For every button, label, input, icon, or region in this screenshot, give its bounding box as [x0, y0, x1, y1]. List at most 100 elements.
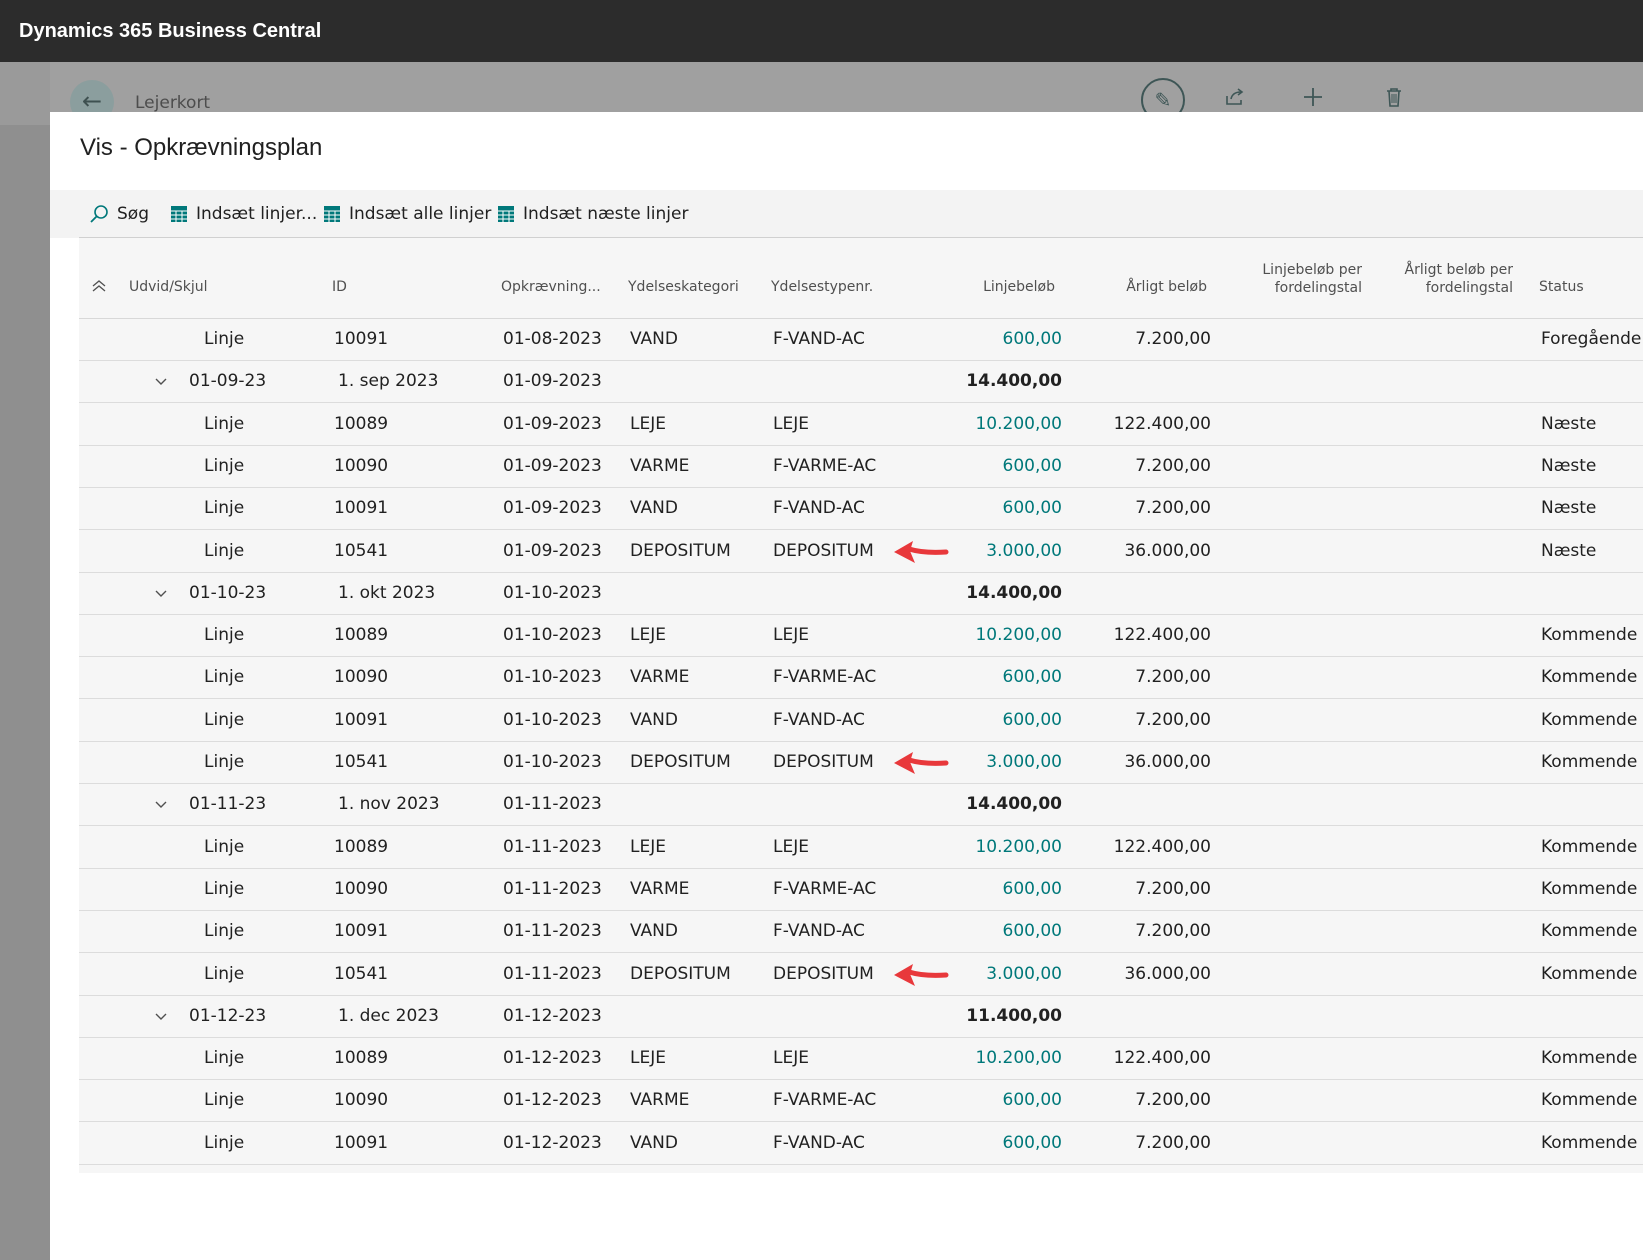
col-annual-per-dist[interactable]: Årligt beløb per fordelingstal: [1359, 261, 1514, 297]
line-amount-link[interactable]: 600,00: [909, 910, 1062, 952]
line-type-cell: Linje: [204, 1132, 245, 1153]
share-icon[interactable]: [1224, 86, 1246, 114]
table-row[interactable]: Linje 10091 01-12-2023 VAND F-VAND-AC 600,00 7…: [79, 1122, 1643, 1165]
chevron-down-icon[interactable]: [154, 995, 168, 1037]
table-row[interactable]: Linje 10541 01-11-2023 DEPOSITUM DEPOSITUM 3.…: [79, 953, 1643, 996]
status-cell: Kommende: [1541, 1090, 1638, 1111]
col-annual-amount[interactable]: Årligt beløb: [1089, 278, 1207, 296]
line-amount-link[interactable]: 600,00: [909, 1079, 1062, 1121]
status-cell: Foregående: [1541, 329, 1642, 349]
line-type-cell: Linje: [204, 963, 245, 984]
table-row[interactable]: Linje 10089 01-11-2023 LEJE LEJE 10.200,00 122…: [79, 826, 1643, 869]
category-cell: VAND: [630, 709, 678, 730]
insert-lines-label: Indsæt linjer...: [196, 204, 318, 224]
id-cell: 10090: [334, 455, 389, 476]
add-plus-icon[interactable]: [1302, 86, 1324, 114]
line-amount-link[interactable]: 10.200,00: [909, 403, 1062, 445]
billing-plan-grid: Udvid/Skjul ID Opkrævning... Ydelseskate…: [79, 238, 1643, 1173]
col-line-amount[interactable]: Linjebeløb: [939, 278, 1055, 296]
annual-amount-cell: 7.200,00: [1135, 1090, 1211, 1111]
id-cell: 10091: [334, 1132, 389, 1153]
table-row[interactable]: Linje 10090 01-09-2023 VARME F-VARME-AC 600,0…: [79, 445, 1643, 488]
table-row[interactable]: Linje 10541 01-09-2023 DEPOSITUM DEPOSITUM 3.…: [79, 530, 1643, 573]
annual-amount-cell: 122.400,00: [1113, 413, 1211, 434]
annual-amount-cell: 122.400,00: [1113, 836, 1211, 857]
col-id[interactable]: ID: [332, 278, 347, 296]
search-icon: [89, 204, 109, 224]
category-cell: VARME: [630, 878, 690, 899]
chevron-down-icon[interactable]: [154, 783, 168, 825]
table-row[interactable]: Linje 10089 01-12-2023 LEJE LEJE 10.200,00 122…: [79, 1037, 1643, 1081]
line-amount-link[interactable]: 10.200,00: [909, 826, 1062, 868]
insert-lines-button[interactable]: Indsæt linjer...: [170, 190, 317, 238]
table-row[interactable]: Linje 10091 01-09-2023 VAND F-VAND-AC 600,00 7…: [79, 487, 1643, 531]
line-amount-link[interactable]: 600,00: [909, 445, 1062, 487]
billing-date-cell: 01-11-2023: [503, 878, 602, 899]
group-total-amount-cell: 14.400,00: [966, 582, 1062, 603]
type-cell: F-VARME-AC: [773, 1090, 877, 1111]
line-amount-link[interactable]: 10.200,00: [909, 614, 1062, 656]
type-cell: F-VARME-AC: [773, 455, 877, 476]
billing-date-cell: 01-10-2023: [503, 667, 602, 688]
status-cell: Kommende: [1541, 667, 1638, 688]
background-page-title: Lejerkort: [135, 93, 211, 113]
category-cell: DEPOSITUM: [630, 540, 731, 561]
red-annotation-arrow-icon: [891, 538, 949, 572]
line-amount-link[interactable]: 600,00: [909, 699, 1062, 741]
status-cell: Kommende: [1541, 1048, 1638, 1069]
dialog-title: Vis - Opkrævningsplan: [80, 134, 323, 161]
table-row[interactable]: Linje 10090 01-11-2023 VARME F-VARME-AC 600,0…: [79, 868, 1643, 911]
group-period-label: 01-09-23: [189, 371, 267, 392]
status-cell: Kommende: [1541, 625, 1638, 646]
col-billing[interactable]: Opkrævning...: [501, 278, 601, 296]
billing-date-cell: 01-10-2023: [503, 582, 602, 603]
annual-amount-cell: 7.200,00: [1135, 667, 1211, 688]
table-row[interactable]: Linje 10091 01-08-2023 VAND F-VAND-AC 600,00 7…: [79, 318, 1643, 361]
insert-all-lines-button[interactable]: Indsæt alle linjer: [323, 190, 491, 238]
delete-trash-icon[interactable]: [1384, 86, 1404, 114]
id-cell: 10090: [334, 667, 389, 688]
app-title-bar: Dynamics 365 Business Central: [0, 0, 1643, 62]
type-cell: F-VAND-AC: [773, 329, 865, 349]
table-row[interactable]: Linje 10091 01-10-2023 VAND F-VAND-AC 600,00 7…: [79, 699, 1643, 742]
group-row[interactable]: 01-10-23 1. okt 2023 01-10-2023 14.400,00: [79, 572, 1643, 615]
col-expand-collapse[interactable]: Udvid/Skjul: [129, 278, 208, 296]
table-row[interactable]: Linje 10091 01-11-2023 VAND F-VAND-AC 600,00 7…: [79, 910, 1643, 954]
table-grid-icon: [323, 205, 341, 223]
type-cell: F-VAND-AC: [773, 921, 865, 942]
line-amount-link[interactable]: 600,00: [909, 487, 1062, 529]
status-cell: Kommende: [1541, 1132, 1638, 1153]
line-type-cell: Linje: [204, 709, 245, 730]
group-row[interactable]: 01-12-23 1. dec 2023 01-12-2023 11.400,00: [79, 995, 1643, 1038]
table-row[interactable]: Linje 10089 01-10-2023 LEJE LEJE 10.200,00 122…: [79, 614, 1643, 658]
line-amount-link[interactable]: 10.200,00: [909, 1037, 1062, 1079]
line-amount-link[interactable]: 600,00: [909, 1122, 1062, 1164]
table-row[interactable]: Linje 10090 01-12-2023 VARME F-VARME-AC 600,0…: [79, 1079, 1643, 1123]
annual-amount-cell: 7.200,00: [1135, 921, 1211, 942]
line-amount-link[interactable]: 600,00: [909, 868, 1062, 910]
type-cell: F-VAND-AC: [773, 498, 865, 519]
billing-date-cell: 01-10-2023: [503, 625, 602, 646]
table-row[interactable]: Linje 10090 01-10-2023 VARME F-VARME-AC 600,0…: [79, 656, 1643, 700]
table-row[interactable]: Linje 10089 01-09-2023 LEJE LEJE 10.200,00 122…: [79, 403, 1643, 446]
chevron-down-icon[interactable]: [154, 360, 168, 402]
col-line-per-dist[interactable]: Linjebeløb per fordelingstal: [1209, 261, 1362, 297]
line-amount-link[interactable]: 600,00: [909, 318, 1062, 360]
table-row[interactable]: Linje 10541 01-10-2023 DEPOSITUM DEPOSITUM 3.…: [79, 741, 1643, 784]
search-button[interactable]: Søg: [89, 190, 149, 238]
status-cell: Kommende: [1541, 709, 1638, 730]
line-amount-link[interactable]: 600,00: [909, 656, 1062, 698]
action-bar: Søg Indsæt linjer... Indsæt alle linjer …: [50, 190, 1643, 238]
chevron-down-icon[interactable]: [154, 572, 168, 614]
type-cell: F-VAND-AC: [773, 709, 865, 730]
category-cell: DEPOSITUM: [630, 963, 731, 984]
line-type-cell: Linje: [204, 1090, 245, 1111]
group-total-amount-cell: 14.400,00: [966, 794, 1062, 815]
group-row[interactable]: 01-09-23 1. sep 2023 01-09-2023 14.400,00: [79, 360, 1643, 404]
group-row[interactable]: 01-11-23 1. nov 2023 01-11-2023 14.400,00: [79, 783, 1643, 827]
col-category[interactable]: Ydelseskategori: [628, 278, 739, 296]
col-status[interactable]: Status: [1539, 278, 1584, 296]
insert-next-lines-button[interactable]: Indsæt næste linjer: [497, 190, 688, 238]
collapse-all-icon[interactable]: [91, 278, 107, 299]
col-type[interactable]: Ydelsestypenr.: [771, 278, 873, 296]
